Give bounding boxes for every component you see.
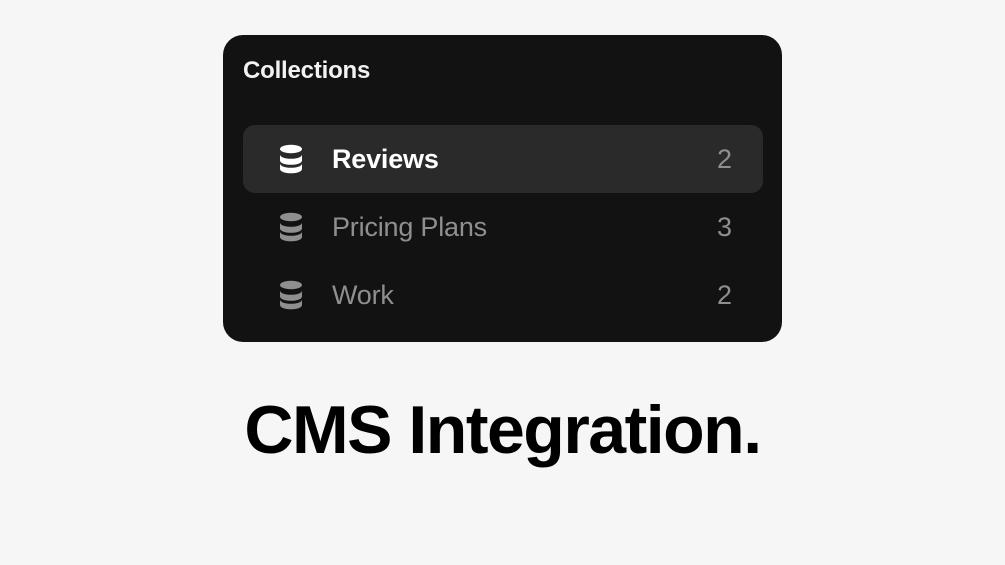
collections-panel: Collections Reviews 2 Pricing Plans 3 Wo…: [223, 35, 782, 342]
collection-item-reviews[interactable]: Reviews 2: [243, 125, 763, 193]
collection-list: Reviews 2 Pricing Plans 3 Work 2: [243, 125, 763, 329]
database-icon: [279, 144, 303, 174]
collection-item-count: 2: [716, 280, 732, 310]
database-icon: [279, 212, 303, 242]
collection-item-count: 3: [716, 212, 732, 242]
collection-item-label: Pricing Plans: [332, 212, 487, 242]
collection-item-label: Work: [332, 280, 394, 310]
database-icon: [279, 280, 303, 310]
panel-title: Collections: [243, 57, 371, 84]
headline: CMS Integration.: [244, 392, 762, 468]
collection-item-pricing-plans[interactable]: Pricing Plans 3: [243, 193, 763, 261]
collection-item-label: Reviews: [332, 144, 439, 174]
collection-item-count: 2: [716, 144, 732, 174]
collection-item-work[interactable]: Work 2: [243, 261, 763, 329]
